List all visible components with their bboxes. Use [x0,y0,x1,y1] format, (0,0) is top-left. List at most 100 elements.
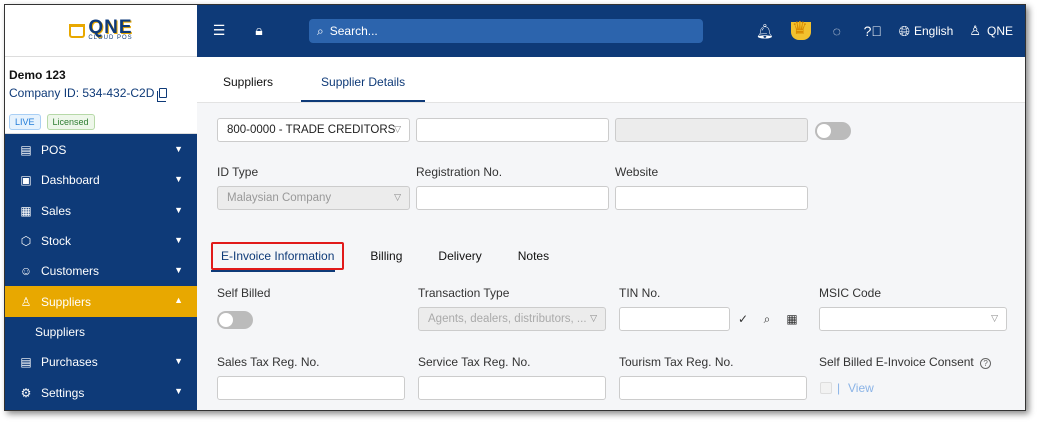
website-input[interactable] [615,186,808,210]
chevron-down-icon: ▽ [590,313,597,323]
pos-icon: ▤ [20,143,32,158]
account-select-value: 800-0000 - TRADE CREDITORS [227,124,396,136]
sidebar-item-label: POS [41,143,67,158]
chevron-down-icon: ▼ [174,234,183,245]
consent-label-row: Self Billed E-Invoice Consent ? [819,355,992,369]
service-tax-input[interactable] [418,376,606,400]
consent-label: Self Billed E-Invoice Consent [819,355,974,369]
qr-code-icon[interactable]: ▦ [781,307,803,331]
user-icon: ♙ [969,23,981,38]
sidebar-item-pos[interactable]: ▤ POS ▼ [5,135,197,165]
id-type-label: ID Type [217,165,259,179]
registration-input[interactable] [416,186,609,210]
crown-icon[interactable] [790,19,811,40]
transaction-type-placeholder: Agents, dealers, distributors, ... [428,313,587,325]
language-selector[interactable]: 🌐︎ English [899,23,954,40]
settings-icon: ⚙ [20,385,32,400]
user-menu[interactable]: ♙ QNE [969,23,1013,39]
main-content: Suppliers Supplier Details 800-0000 - TR… [197,57,1025,410]
company-id-label: Company ID: 534-432-C2D [9,86,155,100]
tab-notes[interactable]: Notes [518,249,549,263]
account-readonly-field [615,118,808,142]
consent-checkbox[interactable] [820,382,832,394]
id-type-select: Malaysian Company ▽ [217,186,410,210]
tin-input[interactable] [619,307,730,331]
tab-einvoice-information[interactable]: E-Invoice Information [211,242,345,270]
globe-icon: 🌐︎ [898,22,910,39]
account-name-field[interactable] [416,118,609,142]
sidebar-item-label: Customers [41,264,100,279]
badge-row: LIVE Licensed [9,114,193,130]
sidebar-item-label: Suppliers [41,294,92,309]
top-bar-actions: 🔔︎ ◌ ?⃝ 🌐︎ English ♙ QNE [755,5,1013,57]
view-consent-link[interactable]: View [848,381,874,395]
top-tabs: Suppliers Supplier Details [197,57,1025,103]
sidebar-item-purchases[interactable]: ▤ Purchases ▼ [5,347,197,377]
chevron-down-icon: ▼ [174,386,183,397]
tourism-tax-label: Tourism Tax Reg. No. [619,355,734,369]
tab-billing[interactable]: Billing [370,249,402,263]
search-icon: ⌕ [317,23,324,38]
chevron-down-icon: ▼ [174,144,183,154]
purchases-icon: ▤ [20,355,32,370]
self-billed-toggle[interactable] [217,311,253,329]
account-toggle[interactable] [815,122,851,140]
sidebar-item-suppliers[interactable]: ♙ Suppliers ▲ [5,286,197,317]
sidebar-item-dashboard[interactable]: ▣ Dashboard ▼ [5,165,197,195]
live-badge: LIVE [9,114,41,130]
einvoice-tabs: E-Invoice Information Billing Delivery N… [211,239,585,273]
top-bar: ☰ 🔒︎ ⌕ 🔔︎ ◌ ?⃝ 🌐︎ English ♙ QNE [197,5,1025,57]
search-input[interactable] [329,24,630,38]
tab-delivery[interactable]: Delivery [438,249,481,263]
sidebar-nav: ▤ POS ▼ ▣ Dashboard ▼ ▦ Sales ▼ ⬡ Stock … [5,135,197,408]
chat-icon[interactable]: ◌ [827,23,847,39]
sidebar-item-label: Settings [41,385,85,400]
user-name: QNE [986,24,1013,38]
search-bar[interactable]: ⌕ [309,19,703,43]
id-type-value: Malaysian Company [227,192,332,204]
customers-icon: ☺ [19,264,33,279]
tab-suppliers[interactable]: Suppliers [223,75,273,102]
msic-label: MSIC Code [819,286,882,300]
company-id: Company ID: 534-432-C2D [9,86,193,102]
copy-icon[interactable] [157,88,168,102]
msic-select[interactable]: ▽ [819,307,1007,331]
help-icon[interactable]: ? [980,358,992,369]
company-info: Demo 123 Company ID: 534-432-C2D LIVE Li… [5,57,197,134]
help-icon[interactable]: ?⃝ [863,23,883,39]
sidebar-item-label: Sales [41,203,72,218]
chevron-down-icon: ▽ [991,313,998,323]
chevron-down-icon: ▽ [394,192,401,202]
qne-logo: QNE CLOUD POS [69,18,132,41]
service-tax-label: Service Tax Reg. No. [418,355,531,369]
active-tab-underline [211,270,335,272]
language-label: English [913,24,954,38]
sidebar-item-settings[interactable]: ⚙ Settings ▼ [5,377,197,407]
sidebar-item-sales[interactable]: ▦ Sales ▼ [5,196,197,226]
tourism-tax-input[interactable] [619,376,807,400]
search-icon[interactable]: ⌕ [756,307,778,331]
company-name: Demo 123 [9,68,66,82]
chevron-down-icon: ▼ [174,356,183,367]
lock-icon[interactable]: 🔒︎ [249,22,269,39]
stock-icon: ⬡ [20,234,32,249]
dashboard-icon: ▣ [20,173,32,188]
sidebar-item-label: Stock [41,234,72,249]
tin-label: TIN No. [619,286,661,300]
sales-icon: ▦ [20,203,32,218]
tab-supplier-details[interactable]: Supplier Details [301,75,426,102]
sidebar-item-label: Dashboard [41,173,100,188]
self-billed-label: Self Billed [217,286,271,300]
sidebar-item-stock[interactable]: ⬡ Stock ▼ [5,226,197,256]
check-icon[interactable]: ✓ [732,307,754,331]
account-select[interactable]: 800-0000 - TRADE CREDITORS ▽ [217,118,410,142]
app-window: QNE CLOUD POS Demo 123 Company ID: 534-4… [4,4,1026,411]
sidebar-subitem-suppliers[interactable]: Suppliers [5,316,197,348]
sidebar-item-label: Purchases [41,355,98,370]
sidebar-item-customers[interactable]: ☺ Customers ▼ [5,256,197,286]
bell-icon[interactable]: 🔔︎ [755,23,775,40]
chevron-down-icon: ▼ [174,174,183,185]
chevron-down-icon: ▼ [174,204,183,215]
sales-tax-input[interactable] [217,376,405,400]
menu-collapse-icon[interactable]: ☰ [209,22,229,39]
